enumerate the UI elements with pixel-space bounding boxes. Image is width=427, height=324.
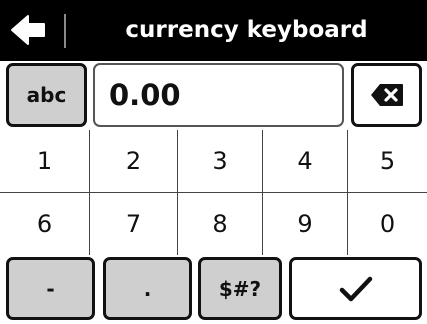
key-label: 4	[297, 147, 313, 175]
key-label: 9	[297, 210, 313, 238]
currency-input[interactable]: 0.00	[93, 63, 344, 127]
backspace-icon	[370, 84, 403, 106]
key-label: 6	[36, 210, 53, 238]
key-label: 3	[212, 147, 228, 175]
key-2[interactable]: 2	[90, 130, 177, 192]
symbols-key[interactable]: $#?	[198, 257, 282, 320]
title-bar: currency keyboard	[0, 0, 427, 61]
key-8[interactable]: 8	[178, 193, 262, 255]
checkmark-icon	[339, 276, 372, 301]
back-arrow-icon	[11, 15, 45, 45]
key-label: 5	[379, 147, 396, 175]
key-label: 7	[125, 210, 142, 238]
back-button[interactable]	[8, 12, 52, 48]
key-7[interactable]: 7	[90, 193, 177, 255]
confirm-button[interactable]	[289, 257, 422, 320]
key-label: 1	[36, 147, 53, 175]
key-label: $#?	[218, 276, 262, 301]
page-title: currency keyboard	[125, 17, 368, 43]
abc-mode-button[interactable]: abc	[6, 63, 87, 127]
numeric-keypad: 1 2 3 4 5 6 7 8 9 0	[0, 130, 427, 255]
grid-divider	[0, 192, 427, 193]
key-label: 8	[212, 210, 228, 238]
key-9[interactable]: 9	[263, 193, 347, 255]
key-label: 2	[125, 147, 142, 175]
key-3[interactable]: 3	[178, 130, 262, 192]
key-4[interactable]: 4	[263, 130, 347, 192]
key-6[interactable]: 6	[0, 193, 89, 255]
key-5[interactable]: 5	[348, 130, 427, 192]
key-1[interactable]: 1	[0, 130, 89, 192]
abc-mode-label: abc	[26, 83, 67, 107]
key-0[interactable]: 0	[348, 193, 427, 255]
key-label: -	[46, 276, 55, 301]
backspace-button[interactable]	[351, 63, 422, 127]
minus-key[interactable]: -	[6, 257, 95, 320]
key-label: .	[143, 276, 152, 301]
key-label: 0	[379, 210, 396, 238]
decimal-point-key[interactable]: .	[103, 257, 192, 320]
